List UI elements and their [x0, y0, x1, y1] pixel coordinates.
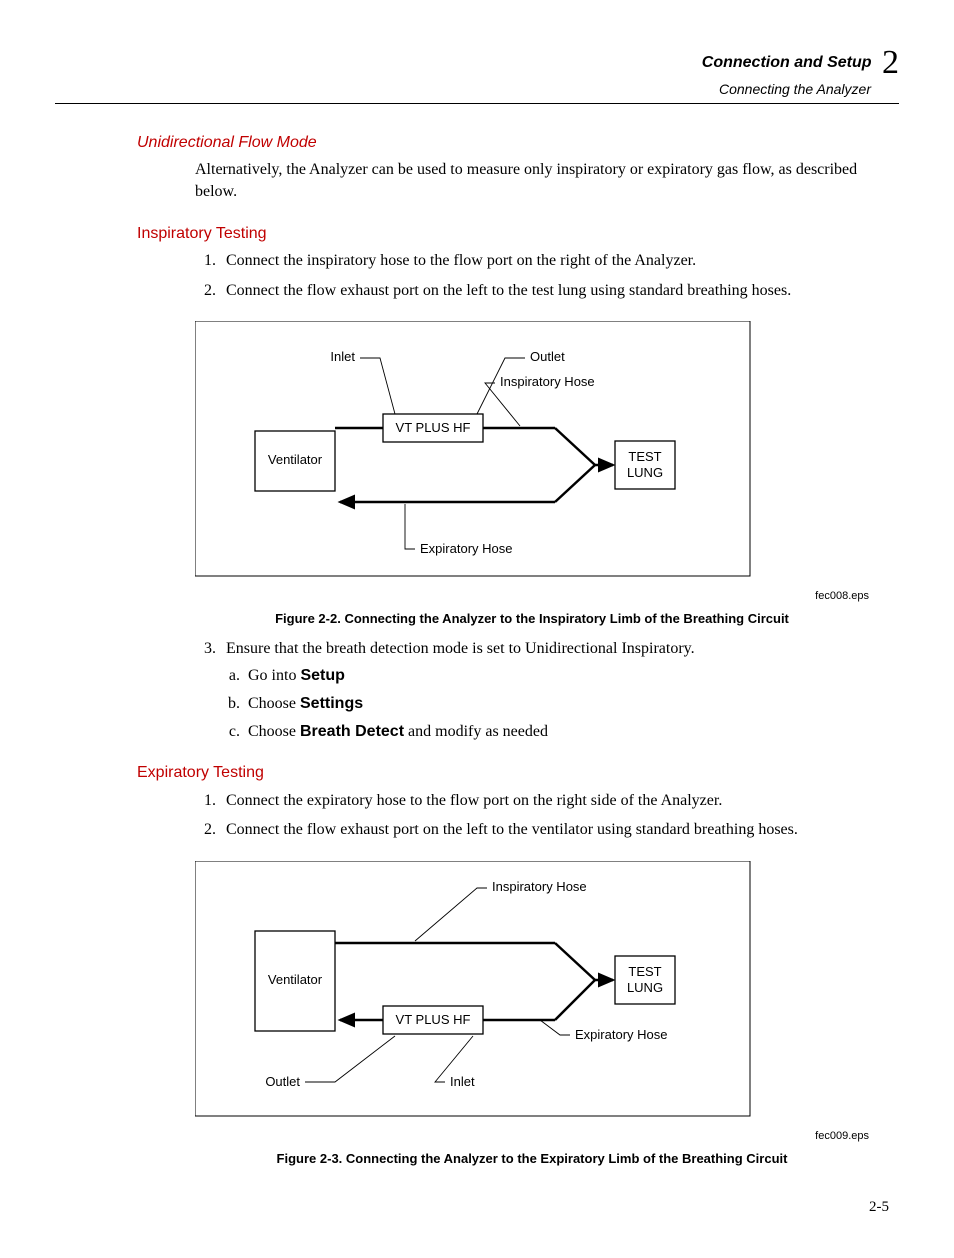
list-item: Choose Breath Detect and modify as neede…	[244, 721, 869, 743]
label-inlet: Inlet	[330, 349, 355, 364]
list-item: Go into Setup	[244, 665, 869, 687]
label-insp-hose2: Inspiratory Hose	[492, 879, 587, 894]
label-inlet2: Inlet	[450, 1074, 475, 1089]
label-lung: LUNG	[627, 465, 663, 480]
figure-2-2-caption: Figure 2-2. Connecting the Analyzer to t…	[195, 610, 869, 628]
list-expiratory: Connect the expiratory hose to the flow …	[220, 790, 869, 841]
label-exp-hose2: Expiratory Hose	[575, 1027, 667, 1042]
label-outlet2: Outlet	[265, 1074, 300, 1089]
label-lung2: LUNG	[627, 980, 663, 995]
list-inspiratory: Connect the inspiratory hose to the flow…	[220, 250, 869, 301]
figure-2-3-file: fec009.eps	[55, 1129, 869, 1144]
page-number: 2-5	[55, 1197, 889, 1217]
label-test2: TEST	[628, 964, 661, 979]
list-inspiratory-cont: Ensure that the breath detection mode is…	[220, 638, 869, 742]
label-test: TEST	[628, 449, 661, 464]
page-header: Connection and Setup 2 Connecting the An…	[55, 40, 899, 104]
figure-2-3: Ventilator VT PLUS HF TEST LUNG Inspirat…	[195, 861, 899, 1121]
sublist: Go into Setup Choose Settings Choose Bre…	[244, 665, 869, 742]
header-subtitle: Connecting the Analyzer	[55, 80, 871, 99]
list-item: Connect the inspiratory hose to the flow…	[220, 250, 869, 272]
label-exp-hose: Expiratory Hose	[420, 541, 512, 556]
list-item: Connect the flow exhaust port on the lef…	[220, 819, 869, 841]
figure-2-2-file: fec008.eps	[55, 589, 869, 604]
label-outlet: Outlet	[530, 349, 565, 364]
heading-inspiratory: Inspiratory Testing	[137, 223, 899, 245]
list-item: Ensure that the breath detection mode is…	[220, 638, 869, 742]
header-title: Connection and Setup	[702, 54, 872, 71]
figure-2-2: Ventilator VT PLUS HF TEST LUNG Inlet Ou…	[195, 321, 899, 581]
list-item: Choose Settings	[244, 693, 869, 715]
step3-text: Ensure that the breath detection mode is…	[226, 640, 695, 657]
label-insp-hose: Inspiratory Hose	[500, 374, 595, 389]
chapter-number: 2	[882, 44, 899, 81]
heading-unidirectional: Unidirectional Flow Mode	[137, 132, 899, 154]
list-item: Connect the flow exhaust port on the lef…	[220, 280, 869, 302]
label-device2: VT PLUS HF	[396, 1012, 471, 1027]
list-item: Connect the expiratory hose to the flow …	[220, 790, 869, 812]
label-ventilator2: Ventilator	[268, 972, 323, 987]
label-ventilator: Ventilator	[268, 452, 323, 467]
para-unidirectional: Alternatively, the Analyzer can be used …	[195, 159, 869, 202]
heading-expiratory: Expiratory Testing	[137, 762, 899, 784]
figure-2-3-caption: Figure 2-3. Connecting the Analyzer to t…	[195, 1150, 869, 1168]
label-device: VT PLUS HF	[396, 420, 471, 435]
